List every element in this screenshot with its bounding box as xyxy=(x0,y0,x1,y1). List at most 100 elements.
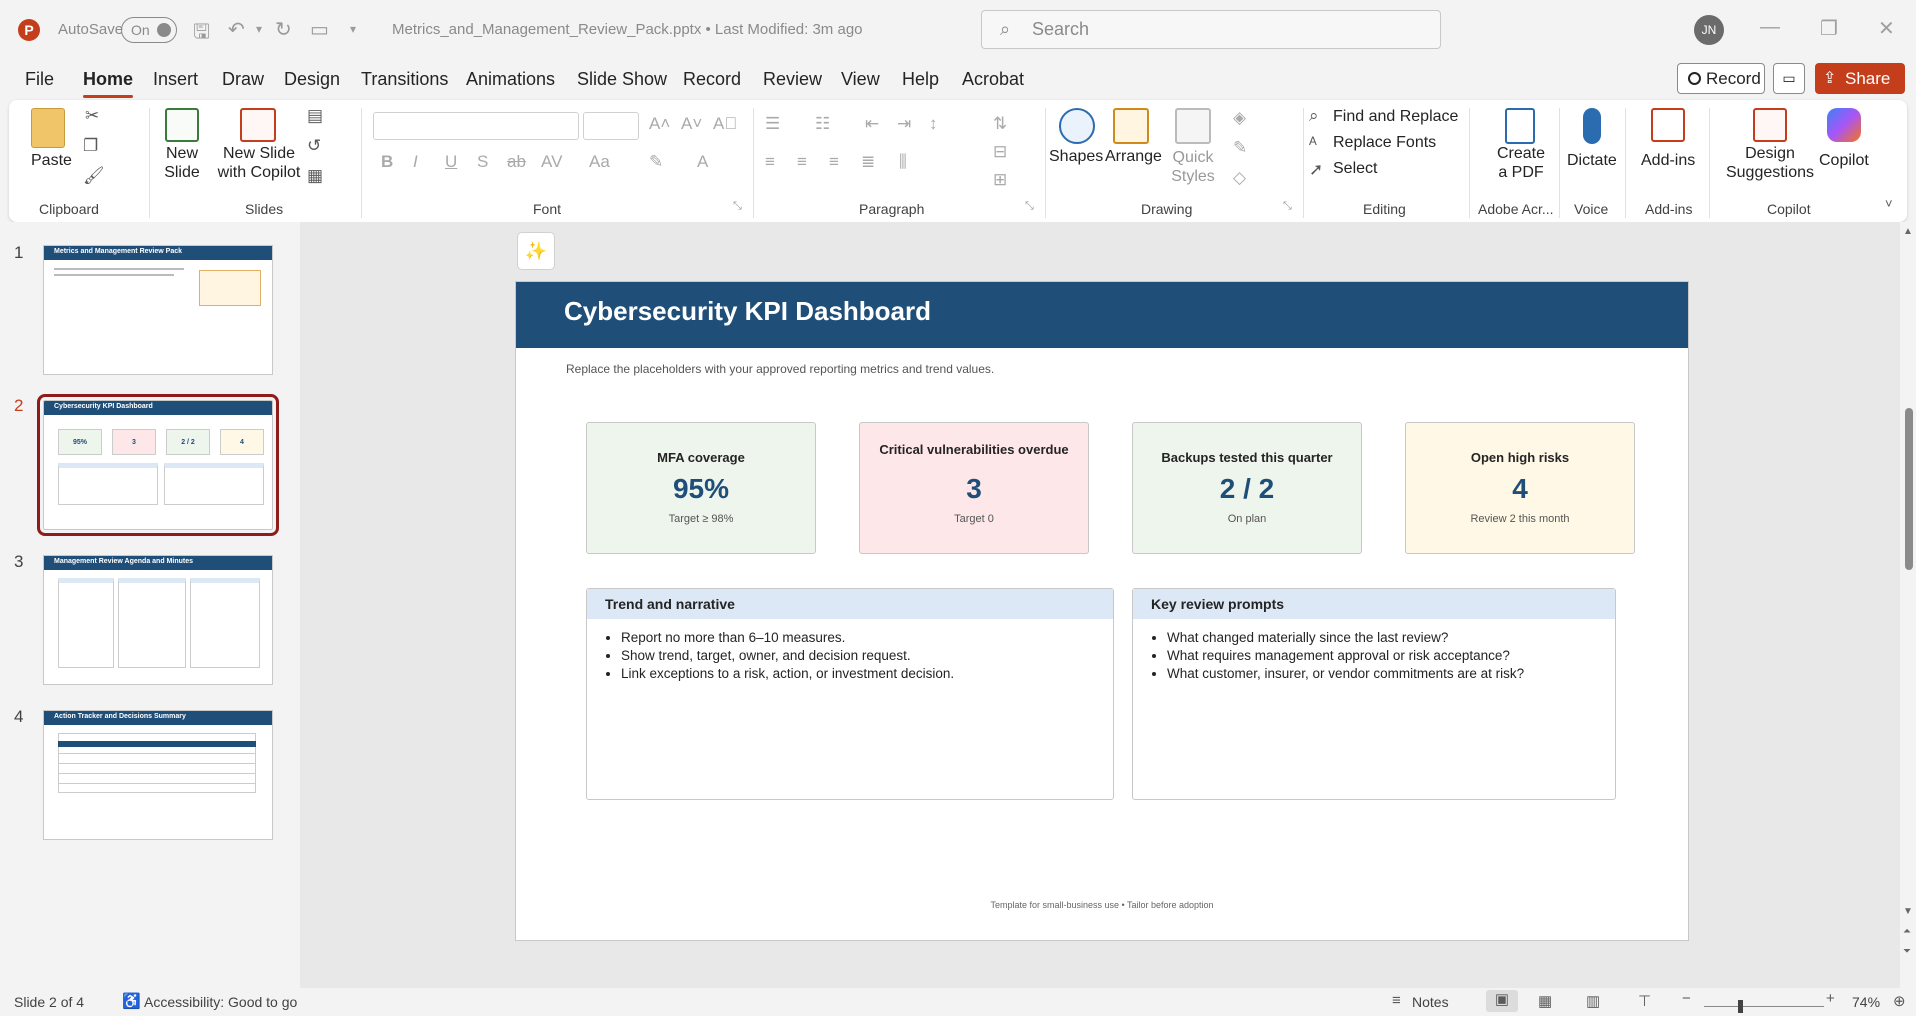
autosave-toggle[interactable]: On xyxy=(121,17,177,43)
design-suggestions-icon[interactable] xyxy=(1753,108,1787,142)
layout-icon[interactable]: ▤ xyxy=(307,106,323,126)
accessibility-status[interactable]: Accessibility: Good to go xyxy=(144,994,297,1010)
paste-button[interactable]: Paste xyxy=(31,152,72,170)
numbering-icon[interactable]: ☷ xyxy=(815,114,830,134)
arrange-button[interactable]: Arrange xyxy=(1105,148,1162,166)
tab-file[interactable]: File xyxy=(25,69,54,90)
cut-icon[interactable]: ✂ xyxy=(85,106,99,126)
kpi-card-mfa[interactable]: MFA coverage 95% Target ≥ 98% xyxy=(586,422,816,554)
new-slide-copilot-icon[interactable] xyxy=(240,108,276,142)
normal-view-icon[interactable]: ▣ xyxy=(1486,990,1518,1012)
section-icon[interactable]: ▦ xyxy=(307,166,323,186)
notes-button[interactable]: Notes xyxy=(1412,994,1449,1010)
tab-view[interactable]: View xyxy=(841,69,880,90)
quick-styles-icon[interactable] xyxy=(1175,108,1211,144)
kpi-card-vulnerabilities[interactable]: Critical vulnerabilities overdue 3 Targe… xyxy=(859,422,1089,554)
new-slide-copilot-button[interactable]: New Slide with Copilot xyxy=(215,144,303,182)
share-button[interactable]: ⇪ Share xyxy=(1815,63,1905,94)
arrange-icon[interactable] xyxy=(1113,108,1149,144)
shape-effects-icon[interactable]: ◇ xyxy=(1233,168,1246,188)
strikethrough-icon[interactable]: ab xyxy=(507,152,526,172)
shapes-button[interactable]: Shapes xyxy=(1049,148,1103,166)
justify-icon[interactable]: ≣ xyxy=(861,152,875,172)
new-slide-icon[interactable] xyxy=(165,108,199,142)
dictate-button[interactable]: Dictate xyxy=(1567,152,1617,170)
create-pdf-button[interactable]: Create a PDF xyxy=(1491,144,1551,182)
copilot-button[interactable]: Copilot xyxy=(1819,152,1869,170)
present-icon[interactable]: ▭ xyxy=(310,17,329,42)
increase-indent-icon[interactable]: ⇥ xyxy=(897,114,911,134)
minimize-icon[interactable]: — xyxy=(1760,16,1780,39)
font-size-dropdown[interactable] xyxy=(583,112,639,140)
addins-icon[interactable] xyxy=(1651,108,1685,142)
slide-thumbnail-4[interactable]: Action Tracker and Decisions Summary xyxy=(43,710,273,840)
tab-slide-show[interactable]: Slide Show xyxy=(577,69,667,90)
shadow-icon[interactable]: S xyxy=(477,152,488,172)
reset-icon[interactable]: ↺ xyxy=(307,136,321,156)
slide-subtitle[interactable]: Replace the placeholders with your appro… xyxy=(566,362,994,376)
addins-button[interactable]: Add-ins xyxy=(1641,152,1695,170)
align-left-icon[interactable]: ≡ xyxy=(765,152,775,172)
undo-icon[interactable]: ↶ xyxy=(228,17,245,42)
tab-draw[interactable]: Draw xyxy=(222,69,264,90)
copilot-icon[interactable] xyxy=(1827,108,1861,142)
grow-font-icon[interactable]: A˄ xyxy=(649,114,670,134)
align-text-icon[interactable]: ⊟ xyxy=(993,142,1007,162)
shrink-font-icon[interactable]: A˅ xyxy=(681,114,702,134)
fit-slide-icon[interactable]: ⊕ xyxy=(1893,992,1906,1010)
find-replace-button[interactable]: Find and Replace xyxy=(1333,108,1458,126)
tab-review[interactable]: Review xyxy=(763,69,822,90)
slide-canvas[interactable]: Cybersecurity KPI Dashboard Replace the … xyxy=(515,281,1689,941)
redo-icon[interactable]: ↻ xyxy=(275,17,292,42)
prompts-panel[interactable]: Key review prompts What changed material… xyxy=(1132,588,1616,800)
kpi-card-backups[interactable]: Backups tested this quarter 2 / 2 On pla… xyxy=(1132,422,1362,554)
drawing-dialog-launcher-icon[interactable]: ⤡ xyxy=(1283,200,1292,213)
italic-icon[interactable]: I xyxy=(413,152,418,172)
tab-record[interactable]: Record xyxy=(683,69,741,90)
tab-home[interactable]: Home xyxy=(83,69,134,98)
paragraph-dialog-launcher-icon[interactable]: ⤡ xyxy=(1025,200,1034,213)
bullets-icon[interactable]: ☰ xyxy=(765,114,780,134)
bold-icon[interactable]: B xyxy=(381,152,393,172)
slideshow-icon[interactable]: ⊤ xyxy=(1638,992,1651,1010)
font-name-dropdown[interactable] xyxy=(373,112,579,140)
reading-view-icon[interactable]: ▥ xyxy=(1586,992,1600,1010)
slide-counter[interactable]: Slide 2 of 4 xyxy=(14,994,84,1010)
slide-sorter-icon[interactable]: ▦ xyxy=(1538,992,1552,1010)
zoom-slider-thumb[interactable] xyxy=(1738,1000,1743,1013)
maximize-icon[interactable]: ❐ xyxy=(1820,16,1838,41)
comments-button[interactable]: ▭ xyxy=(1773,63,1805,94)
close-icon[interactable]: ✕ xyxy=(1878,16,1895,41)
slide-thumbnail-1[interactable]: Metrics and Management Review Pack xyxy=(43,245,273,375)
columns-icon[interactable]: ⫼ xyxy=(899,152,907,172)
design-suggestions-button[interactable]: Design Suggestions xyxy=(1721,144,1819,182)
text-direction-icon[interactable]: ⇅ xyxy=(993,114,1007,134)
user-avatar[interactable]: JN xyxy=(1694,15,1724,45)
shape-fill-icon[interactable]: ◈ xyxy=(1233,108,1246,128)
format-painter-icon[interactable]: 🖌 xyxy=(83,166,105,186)
smartart-icon[interactable]: ⊞ xyxy=(993,170,1007,190)
microphone-icon[interactable] xyxy=(1583,108,1601,144)
tab-acrobat[interactable]: Acrobat xyxy=(962,69,1024,90)
tab-help[interactable]: Help xyxy=(902,69,939,90)
clear-format-icon[interactable]: A⃥ xyxy=(713,114,737,134)
customize-qat-icon[interactable]: ▾ xyxy=(350,22,356,36)
tab-transitions[interactable]: Transitions xyxy=(361,69,448,90)
line-spacing-icon[interactable]: ↕ xyxy=(929,114,938,134)
save-icon[interactable]: 🖫 xyxy=(193,17,210,51)
create-pdf-icon[interactable] xyxy=(1505,108,1535,144)
underline-icon[interactable]: U xyxy=(445,152,457,172)
zoom-in-icon[interactable]: + xyxy=(1826,990,1835,1007)
record-button[interactable]: Record xyxy=(1677,63,1765,94)
slide-thumbnail-2[interactable]: Cybersecurity KPI Dashboard 95% 3 2 / 2 … xyxy=(37,394,279,536)
scroll-down-icon[interactable]: ▼ xyxy=(1903,906,1913,917)
scroll-up-icon[interactable]: ▲ xyxy=(1903,226,1913,237)
char-spacing-icon[interactable]: AV xyxy=(541,152,562,172)
search-input[interactable]: ⌕ Search xyxy=(981,10,1441,49)
zoom-level[interactable]: 74% xyxy=(1852,994,1880,1010)
kpi-card-risks[interactable]: Open high risks 4 Review 2 this month xyxy=(1405,422,1635,554)
slide-title[interactable]: Cybersecurity KPI Dashboard xyxy=(564,296,931,327)
copilot-sparkle-button[interactable]: ✨ xyxy=(517,232,555,270)
select-button[interactable]: Select xyxy=(1333,160,1377,178)
align-right-icon[interactable]: ≡ xyxy=(829,152,839,172)
